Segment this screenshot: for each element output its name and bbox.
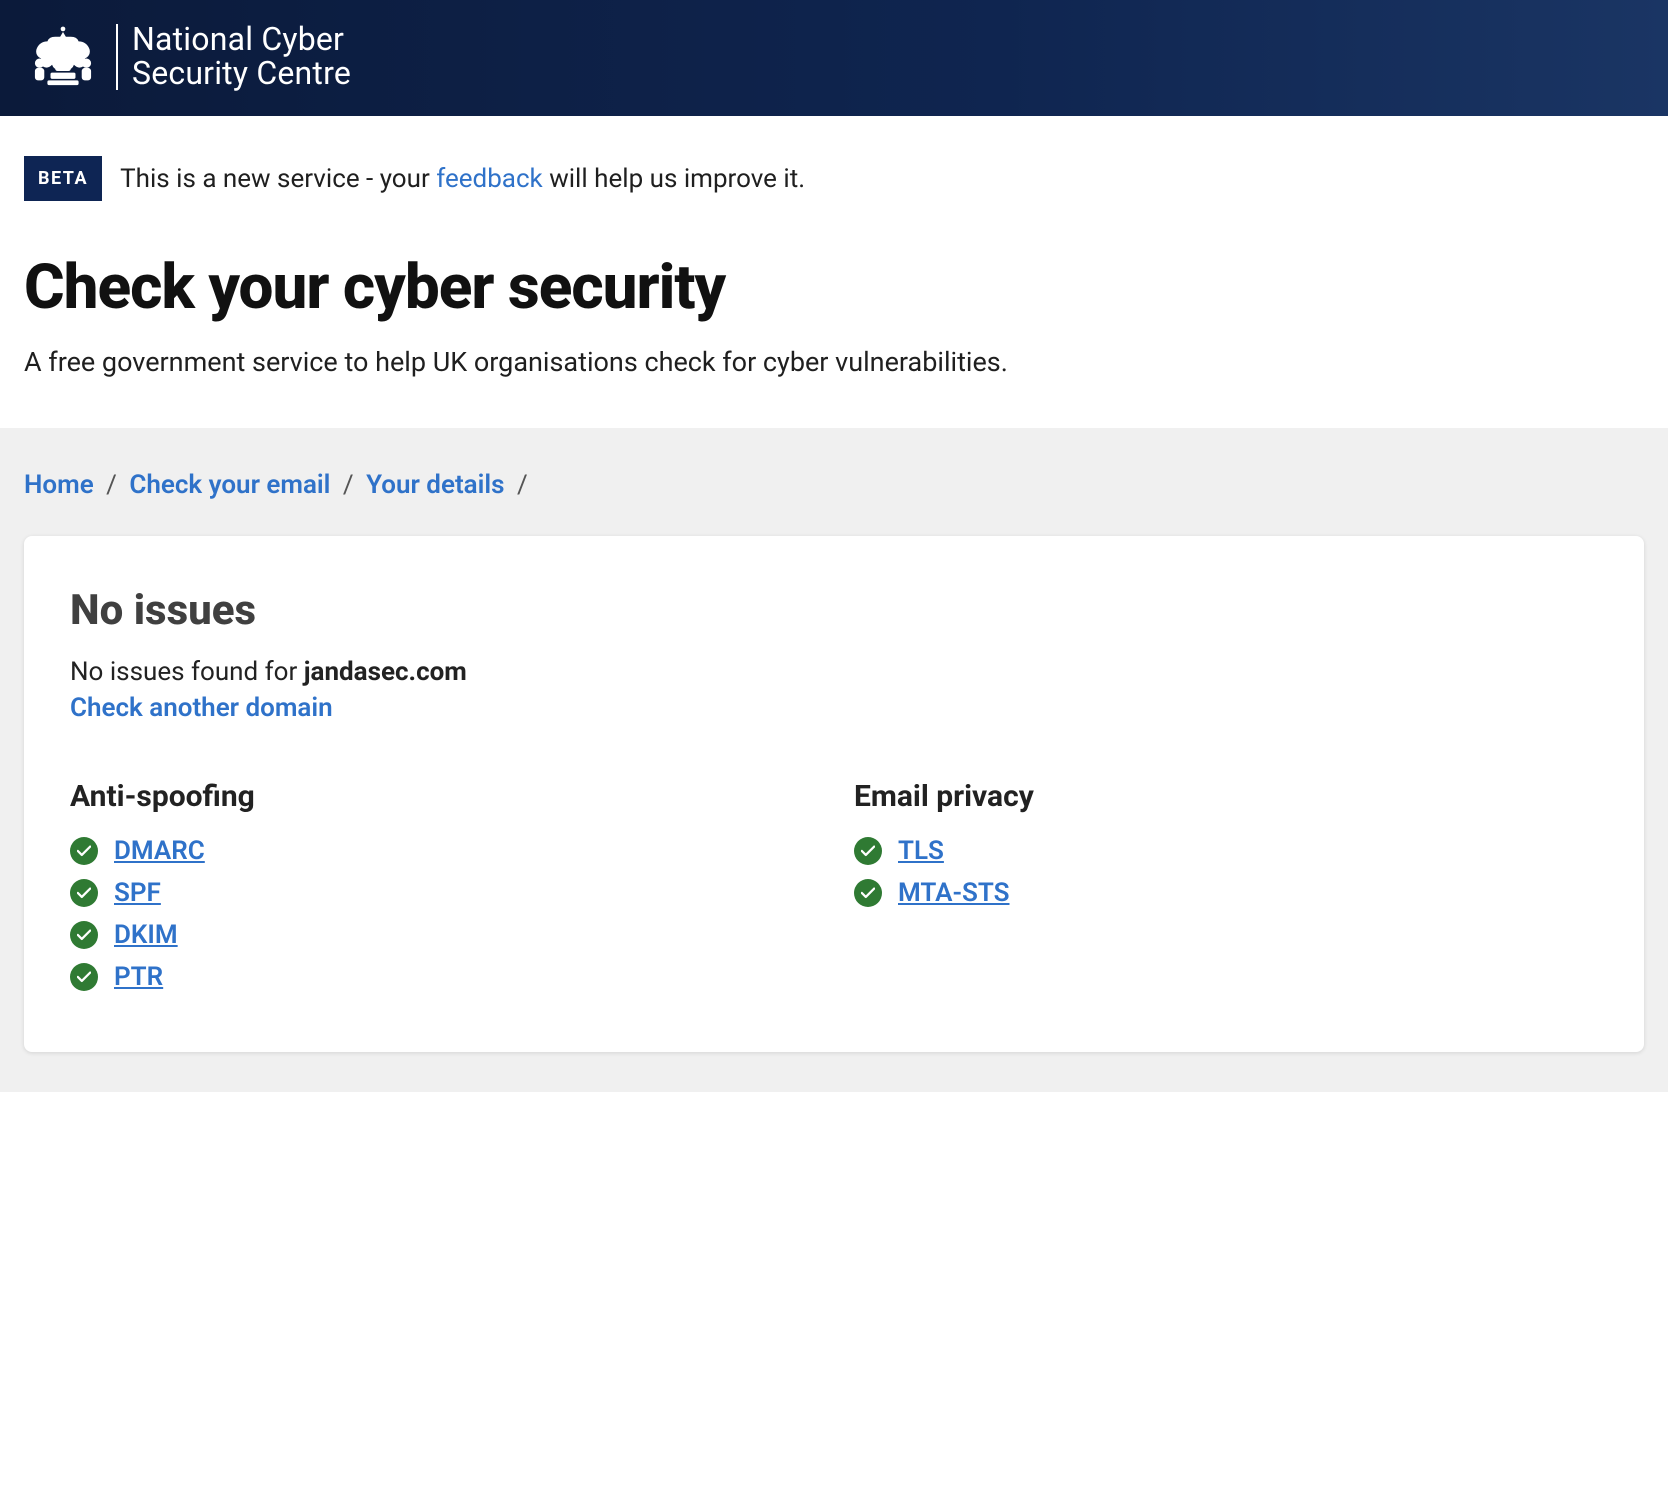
check-columns: Anti-spoofing DMARC SPF DKIM — [70, 779, 1598, 998]
uk-crest-icon — [24, 18, 102, 96]
breadcrumb-sep: / — [343, 470, 354, 500]
check-dmarc-link[interactable]: DMARC — [114, 836, 205, 866]
check-item: DKIM — [70, 914, 814, 956]
email-privacy-title: Email privacy — [854, 779, 1598, 814]
org-name: National Cyber Security Centre — [132, 23, 351, 90]
breadcrumb-your-details[interactable]: Your details — [366, 470, 504, 500]
check-ok-icon — [70, 879, 98, 907]
results-area: No issues No issues found for jandasec.c… — [0, 536, 1668, 1092]
check-another-link[interactable]: Check another domain — [70, 693, 333, 723]
beta-text-before: This is a new service - your — [120, 164, 436, 194]
check-ok-icon — [70, 837, 98, 865]
results-summary: No issues found for jandasec.com — [70, 657, 1598, 687]
breadcrumb-sep: / — [517, 470, 528, 500]
check-item: SPF — [70, 872, 814, 914]
check-tls-link[interactable]: TLS — [898, 836, 944, 866]
anti-spoofing-title: Anti-spoofing — [70, 779, 814, 814]
org-name-line1: National Cyber — [132, 23, 351, 57]
beta-badge: BETA — [24, 156, 102, 201]
header-divider — [116, 24, 118, 90]
check-ok-icon — [854, 879, 882, 907]
check-item: PTR — [70, 956, 814, 998]
email-privacy-column: Email privacy TLS MTA-STS — [854, 779, 1598, 998]
check-item: TLS — [854, 830, 1598, 872]
anti-spoofing-list: DMARC SPF DKIM PTR — [70, 830, 814, 998]
notice-area: BETA This is a new service - your feedba… — [0, 116, 1668, 428]
check-ptr-link[interactable]: PTR — [114, 962, 163, 992]
feedback-link[interactable]: feedback — [436, 164, 543, 194]
page-subtitle: A free government service to help UK org… — [24, 346, 1644, 378]
beta-text: This is a new service - your feedback wi… — [120, 164, 805, 194]
breadcrumb-check-email[interactable]: Check your email — [129, 470, 330, 500]
check-ok-icon — [70, 921, 98, 949]
breadcrumb-home[interactable]: Home — [24, 470, 94, 500]
results-card: No issues No issues found for jandasec.c… — [24, 536, 1644, 1052]
check-mta-sts-link[interactable]: MTA-STS — [898, 878, 1010, 908]
results-heading: No issues — [70, 586, 1598, 635]
check-spf-link[interactable]: SPF — [114, 878, 161, 908]
breadcrumb-area: Home / Check your email / Your details / — [0, 428, 1668, 536]
summary-before: No issues found for — [70, 657, 304, 687]
beta-text-after: will help us improve it. — [543, 164, 805, 194]
check-item: DMARC — [70, 830, 814, 872]
email-privacy-list: TLS MTA-STS — [854, 830, 1598, 914]
check-item: MTA-STS — [854, 872, 1598, 914]
anti-spoofing-column: Anti-spoofing DMARC SPF DKIM — [70, 779, 814, 998]
beta-row: BETA This is a new service - your feedba… — [24, 156, 1644, 201]
checked-domain: jandasec.com — [304, 657, 467, 687]
header-inner: National Cyber Security Centre — [24, 18, 351, 96]
breadcrumb: Home / Check your email / Your details / — [24, 470, 1644, 500]
check-dkim-link[interactable]: DKIM — [114, 920, 178, 950]
breadcrumb-sep: / — [106, 470, 117, 500]
page-title: Check your cyber security — [24, 251, 1644, 324]
check-ok-icon — [70, 963, 98, 991]
org-name-line2: Security Centre — [132, 57, 351, 91]
check-ok-icon — [854, 837, 882, 865]
site-header: National Cyber Security Centre — [0, 0, 1668, 116]
